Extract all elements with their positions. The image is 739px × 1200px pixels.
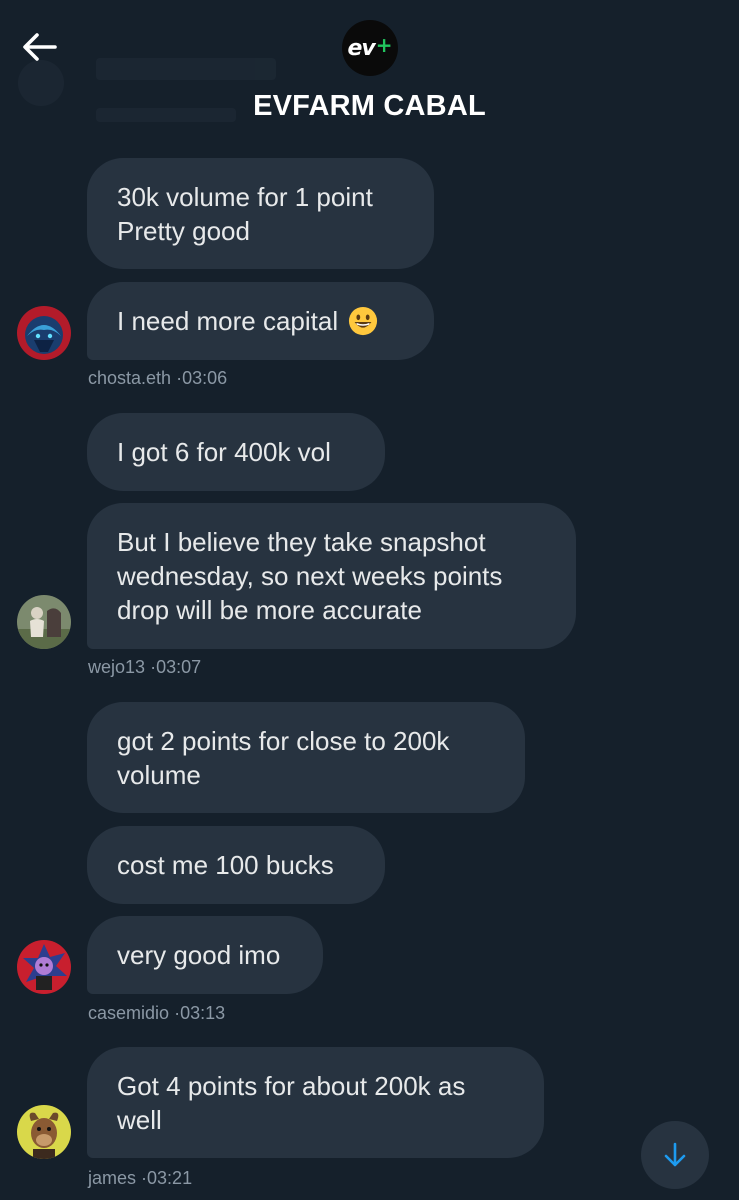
message-meta: james ·03:21 (88, 1168, 192, 1189)
avatar-image (17, 306, 71, 360)
message-bubble[interactable]: But I believe they take snapshot wednesd… (87, 503, 576, 649)
message-meta: wejo13 ·03:07 (88, 657, 201, 678)
avatar-wejo13[interactable] (17, 595, 71, 649)
message-bubble[interactable]: got 2 points for close to 200k volume (87, 702, 525, 813)
arrow-left-icon (23, 33, 57, 61)
sender-name[interactable]: wejo13 (88, 657, 145, 677)
message-text: Got 4 points for about 200k as well (117, 1070, 466, 1135)
message-bubble[interactable]: I need more capital (87, 282, 434, 360)
message-time: 03:13 (180, 1003, 226, 1023)
grinning-face-emoji (349, 306, 378, 336)
sender-name[interactable]: casemidio (88, 1003, 169, 1023)
message-bubble[interactable]: cost me 100 bucks (87, 826, 385, 904)
arrow-down-icon (664, 1142, 686, 1167)
message-text: 30k volume for 1 point Pretty good (117, 181, 373, 246)
message-text: But I believe they take snapshot wednesd… (117, 527, 503, 625)
message-time: 03:07 (156, 657, 202, 677)
scroll-to-bottom-button[interactable] (641, 1121, 709, 1189)
back-button[interactable] (18, 26, 60, 68)
message-text: I got 6 for 400k vol (117, 437, 331, 467)
message-text: very good imo (117, 940, 281, 970)
message-time: 03:21 (147, 1168, 193, 1188)
avatar-chosta[interactable] (17, 306, 71, 360)
message-text: got 2 points for close to 200k volume (117, 725, 450, 790)
message-meta: chosta.eth ·03:06 (88, 368, 227, 389)
message-meta: casemidio ·03:13 (88, 1003, 225, 1024)
message-time: 03:06 (182, 368, 228, 388)
sender-name[interactable]: chosta.eth (88, 368, 171, 388)
group-logo-plus: + (375, 33, 393, 57)
sender-name[interactable]: james (88, 1168, 136, 1188)
avatar-casemidio[interactable] (17, 940, 71, 994)
message-bubble[interactable]: 30k volume for 1 point Pretty good (87, 158, 434, 269)
avatar-image (17, 940, 71, 994)
group-logo-text: ev (347, 35, 375, 61)
chat-header: ev + EVFARM CABAL (0, 0, 739, 148)
group-avatar[interactable]: ev + (342, 20, 398, 76)
avatar-image (17, 1105, 71, 1159)
message-text: cost me 100 bucks (117, 850, 334, 880)
avatar-james[interactable] (17, 1105, 71, 1159)
message-text: I need more capital (117, 306, 339, 336)
message-bubble[interactable]: Got 4 points for about 200k as well (87, 1047, 544, 1158)
avatar-image (17, 595, 71, 649)
group-title[interactable]: EVFARM CABAL (0, 90, 739, 123)
message-bubble[interactable]: very good imo (87, 916, 323, 994)
message-bubble[interactable]: I got 6 for 400k vol (87, 413, 385, 491)
